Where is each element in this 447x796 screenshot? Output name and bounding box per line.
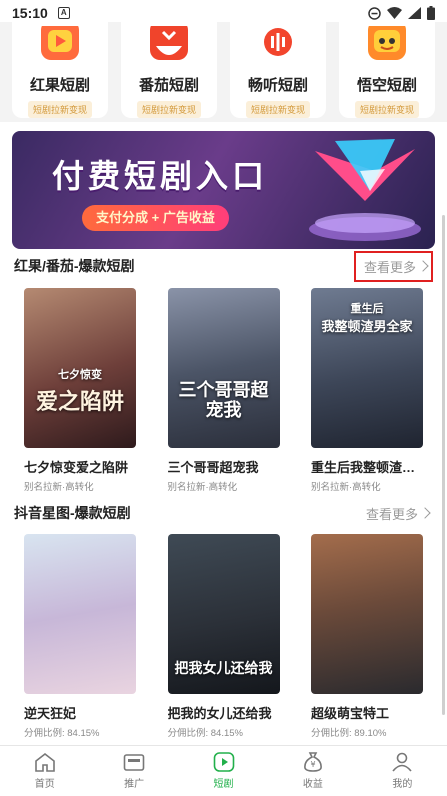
drama-card[interactable]: 重生后 我整顿渣男全家 重生后我整顿渣男... 别名拉新·高转化	[311, 288, 423, 493]
app-tag: 短剧拉新变现	[136, 101, 201, 118]
drama-title: 七夕惊变爱之陷阱	[24, 460, 129, 475]
nav-label: 首页	[34, 779, 55, 790]
status-time: 15:10	[12, 5, 48, 21]
banner-title: 付费短剧入口	[52, 158, 269, 194]
drama-title: 重生后我整顿渣男...	[311, 460, 423, 475]
poster-subtitle: 重生后	[350, 303, 384, 315]
poster-title: 我整顿渣男全家	[321, 319, 413, 334]
tomato-icon	[145, 26, 193, 64]
app-tag: 短剧拉新变现	[245, 101, 310, 118]
nav-home[interactable]: 首页	[0, 746, 89, 796]
app-shortcuts: 红果短剧 短剧拉新变现 番茄短剧 短剧拉新变现 畅听短剧 短剧拉新变现 悟空短剧…	[0, 22, 447, 122]
banner-subtitle: 支付分成 + 广告收益	[82, 205, 229, 231]
nav-label: 推广	[124, 779, 145, 790]
drama-subtitle: 别名拉新·高转化	[311, 482, 381, 493]
section-title: 抖音星图-爆款短剧	[14, 505, 131, 521]
section-title: 红果/番茄-爆款短剧	[14, 258, 135, 274]
drama-card[interactable]: 三个哥哥超宠我 三个哥哥超宠我 别名拉新·高转化	[167, 288, 280, 493]
drama-subtitle: 分佣比例: 84.15%	[167, 728, 244, 739]
app-card-wukong[interactable]: 悟空短剧 短剧拉新变现	[339, 22, 435, 118]
nav-profile[interactable]: 我的	[358, 746, 447, 796]
view-more-label: 查看更多	[365, 506, 418, 522]
signal-icon	[408, 7, 421, 19]
drama-card[interactable]: 七夕惊变 爱之陷阱 七夕惊变爱之陷阱 别名拉新·高转化	[24, 288, 136, 493]
svg-text:¥: ¥	[310, 760, 315, 769]
drama-card[interactable]: 把我女儿还给我 把我的女儿还给我 分佣比例: 84.15%	[167, 534, 280, 739]
app-card-fanqie[interactable]: 番茄短剧 短剧拉新变现	[121, 22, 217, 118]
app-tag: 短剧拉新变现	[354, 101, 419, 118]
wifi-icon	[387, 7, 402, 19]
section-header-hot-dramas: 红果/番茄-爆款短剧 查看更多	[0, 250, 447, 282]
drama-subtitle: 分佣比例: 84.15%	[24, 728, 100, 739]
app-notification-icon: A	[57, 7, 70, 19]
view-more-button[interactable]: 查看更多	[358, 500, 433, 527]
drama-poster: 把我女儿还给我	[167, 534, 280, 694]
nav-promote[interactable]: 推广	[89, 746, 178, 796]
app-name: 番茄短剧	[138, 77, 199, 94]
drama-card[interactable]: 超级萌宝特工 分佣比例: 89.10%	[311, 534, 423, 739]
drama-list-1: 七夕惊变 爱之陷阱 七夕惊变爱之陷阱 别名拉新·高转化 三个哥哥超宠我 三个哥哥…	[0, 288, 447, 493]
nav-label: 我的	[392, 779, 413, 790]
chevron-right-icon	[417, 260, 429, 272]
scrollbar[interactable]	[442, 215, 445, 715]
drama-poster: 七夕惊变 爱之陷阱	[24, 288, 136, 448]
banner-stage-graphic	[309, 139, 421, 241]
poster-title: 三个哥哥超宠我	[178, 380, 269, 420]
app-name: 畅听短剧	[247, 77, 308, 94]
view-more-label: 查看更多	[363, 259, 416, 275]
app-card-hongguo[interactable]: 红果短剧 短剧拉新变现	[12, 22, 108, 118]
drama-subtitle: 别名拉新·高转化	[24, 482, 94, 493]
wallet-icon	[123, 754, 145, 771]
wukong-icon	[363, 26, 411, 64]
poster-subtitle: 七夕惊变	[58, 369, 102, 381]
drama-title: 逆天狂妃	[24, 706, 77, 721]
drama-poster: 三个哥哥超宠我	[167, 288, 280, 448]
drama-subtitle: 分佣比例: 89.10%	[311, 728, 387, 739]
drama-card[interactable]: 逆天狂妃 分佣比例: 84.15%	[24, 534, 136, 739]
app-name: 悟空短剧	[356, 77, 417, 94]
drama-poster	[311, 534, 423, 694]
dnd-icon	[368, 6, 381, 20]
drama-poster	[24, 534, 136, 694]
drama-title: 超级萌宝特工	[311, 706, 390, 721]
view-more-button[interactable]: 查看更多	[353, 250, 433, 282]
money-bag-icon: ¥	[304, 752, 322, 772]
audio-icon	[254, 26, 302, 64]
play-icon	[213, 752, 234, 772]
drama-subtitle: 别名拉新·高转化	[167, 482, 238, 493]
bottom-navigation: 首页 推广 短剧 ¥ 收益 我的	[0, 745, 447, 796]
app-name: 红果短剧	[29, 77, 90, 94]
poster-title: 爱之陷阱	[35, 389, 124, 414]
nav-label: 收益	[302, 779, 323, 790]
nav-dramas[interactable]: 短剧	[179, 746, 268, 796]
drama-list-2: 逆天狂妃 分佣比例: 84.15% 把我女儿还给我 把我的女儿还给我 分佣比例:…	[0, 534, 447, 739]
play-icon	[36, 26, 84, 64]
app-tag: 短剧拉新变现	[27, 101, 92, 118]
user-icon	[392, 752, 412, 772]
home-icon	[34, 752, 55, 772]
drama-poster: 重生后 我整顿渣男全家	[311, 288, 423, 448]
app-card-changting[interactable]: 畅听短剧 短剧拉新变现	[230, 22, 326, 118]
paid-drama-banner[interactable]: 付费短剧入口 支付分成 + 广告收益	[12, 131, 435, 249]
chevron-right-icon	[419, 507, 431, 519]
poster-title: 把我女儿还给我	[174, 660, 273, 676]
nav-earnings[interactable]: ¥ 收益	[268, 746, 357, 796]
nav-label: 短剧	[213, 779, 234, 790]
battery-icon	[427, 6, 435, 20]
section-header-douyin-dramas: 抖音星图-爆款短剧 查看更多	[0, 498, 447, 528]
drama-title: 把我的女儿还给我	[167, 706, 272, 721]
status-icons	[368, 6, 435, 20]
drama-title: 三个哥哥超宠我	[167, 460, 259, 475]
